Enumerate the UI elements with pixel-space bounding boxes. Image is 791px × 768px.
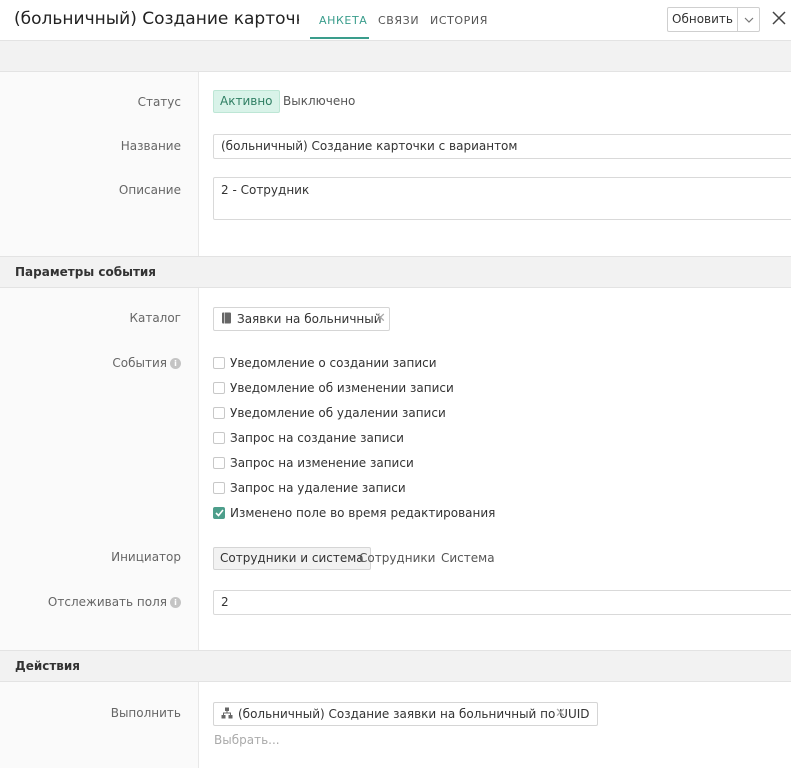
info-icon[interactable]: i [170,596,181,608]
events-label: События i [112,356,181,370]
execute-chip[interactable]: (больничный) Создание заявки на больничн… [213,702,598,726]
close-icon [772,10,786,28]
checkbox[interactable] [213,407,225,419]
update-button-group: Обновить [667,7,760,32]
event-label: Запрос на создание записи [230,431,404,445]
checkmark-icon [214,506,224,520]
initiator-option-all[interactable]: Сотрудники и система [213,547,371,570]
initiator-option-employees[interactable]: Сотрудники [352,547,442,570]
status-label: Статус [137,95,181,109]
actions-title: Действия [15,659,81,673]
tab-links[interactable]: СВЯЗИ [378,14,419,27]
tab-history[interactable]: ИСТОРИЯ [430,14,488,27]
track-fields-label-text: Отслеживать поля [47,595,167,609]
event-checkbox-create-request[interactable]: Запрос на создание записи [213,431,404,445]
checkbox-checked[interactable] [213,507,225,519]
event-checkbox-delete-request[interactable]: Запрос на удаление записи [213,481,406,495]
workflow-icon [221,707,233,722]
event-checkbox-create-notify[interactable]: Уведомление о создании записи [213,356,437,370]
event-checkbox-delete-notify[interactable]: Уведомление об удалении записи [213,406,446,420]
checkbox[interactable] [213,482,225,494]
event-checkbox-update-notify[interactable]: Уведомление об изменении записи [213,381,454,395]
label-column [0,682,199,768]
book-icon [221,312,232,327]
checkbox[interactable] [213,457,225,469]
event-params-title: Параметры события [15,265,157,279]
execute-remove-button[interactable]: ✕ [555,706,566,721]
catalog-label: Каталог [129,311,181,325]
initiator-option-system[interactable]: Система [434,547,502,570]
chevron-down-icon [744,13,754,27]
initiator-label: Инициатор [111,550,181,564]
track-fields-label: Отслеживать поля i [48,595,181,609]
event-params-header: Параметры события [0,256,791,288]
description-label: Описание [118,183,181,197]
event-label: Запрос на удаление записи [230,481,406,495]
top-band [0,41,791,72]
event-label: Уведомление об изменении записи [230,381,454,395]
active-tab-indicator [310,37,369,39]
info-icon[interactable]: i [170,357,181,369]
checkbox[interactable] [213,432,225,444]
page-title: (больничный) Создание карточки с [14,9,299,29]
description-field[interactable]: 2 - Сотрудник [213,177,791,220]
catalog-chip[interactable]: Заявки на больничный [213,307,390,331]
catalog-value: Заявки на больничный [237,312,382,326]
close-button[interactable] [770,10,788,28]
checkbox[interactable] [213,382,225,394]
checkbox[interactable] [213,357,225,369]
track-fields-input[interactable]: 2 [213,590,791,615]
event-label: Изменено поле во время редактирования [230,506,496,520]
event-label: Уведомление о создании записи [230,356,437,370]
header: (больничный) Создание карточки с АНКЕТА … [0,0,791,41]
status-option-active[interactable]: Активно [213,90,280,113]
catalog-remove-button[interactable]: ✕ [375,311,386,326]
event-checkbox-update-request[interactable]: Запрос на изменение записи [213,456,414,470]
name-field[interactable]: (больничный) Создание карточки с вариант… [213,134,791,159]
status-option-disabled[interactable]: Выключено [276,90,362,113]
update-dropdown-button[interactable] [738,8,759,31]
events-label-text: События [112,356,167,370]
select-action-link[interactable]: Выбрать... [214,733,280,747]
update-button[interactable]: Обновить [668,8,738,31]
name-label: Название [120,139,181,153]
event-checkbox-field-changed[interactable]: Изменено поле во время редактирования [213,506,495,520]
execute-value: (больничный) Создание заявки на больничн… [238,707,590,721]
actions-header: Действия [0,650,791,682]
event-label: Запрос на изменение записи [230,456,414,470]
tab-anketa[interactable]: АНКЕТА [319,14,367,27]
execute-label: Выполнить [110,706,181,720]
event-label: Уведомление об удалении записи [230,406,446,420]
